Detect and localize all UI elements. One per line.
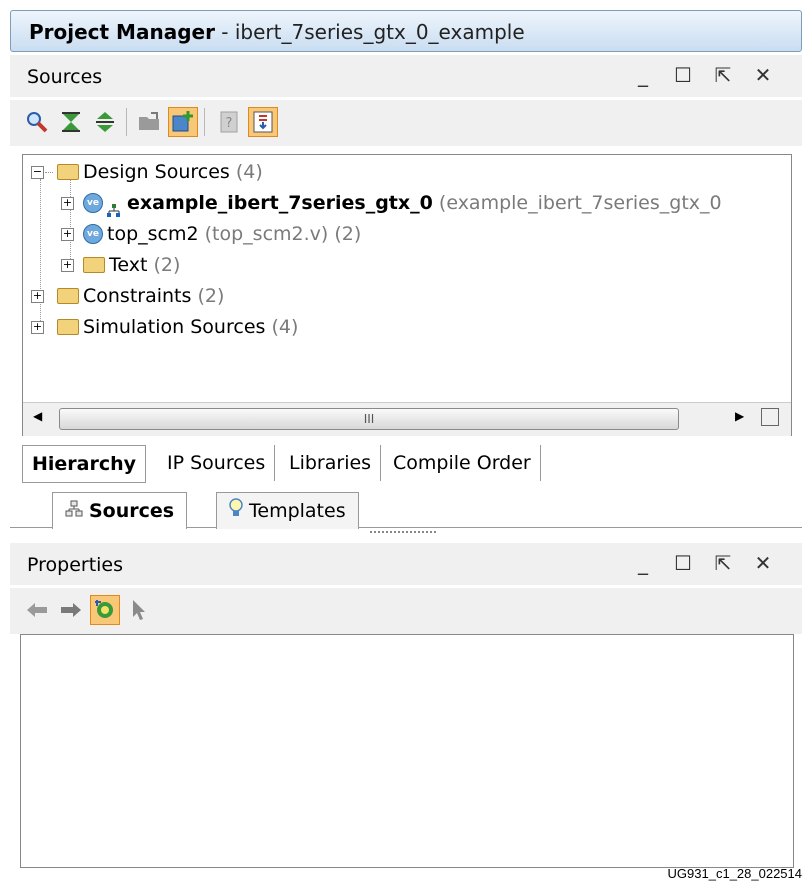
- maximize-icon[interactable]: ☐: [674, 551, 692, 575]
- tab-hierarchy[interactable]: Hierarchy: [22, 445, 147, 483]
- properties-toolbar: [10, 588, 802, 634]
- verilog-file-icon: ve: [83, 223, 103, 244]
- maximize-icon[interactable]: ☐: [674, 63, 692, 87]
- close-icon[interactable]: ✕: [754, 551, 772, 575]
- tree-detail: (example_ibert_7series_gtx_0: [438, 192, 722, 214]
- toolbar-separator: [126, 108, 127, 136]
- sources-tab-icon: [65, 494, 83, 530]
- expand-toggle[interactable]: +: [31, 290, 44, 303]
- collapse-toggle[interactable]: −: [31, 166, 44, 179]
- tab-ip-sources[interactable]: IP Sources: [158, 445, 276, 481]
- folder-icon: [83, 256, 105, 273]
- tree-count: (4): [235, 161, 263, 183]
- scrollbar-thumb[interactable]: III: [59, 408, 679, 430]
- folder-icon: [57, 318, 79, 335]
- panel-splitter[interactable]: [370, 531, 436, 541]
- tab-sources[interactable]: Sources: [52, 492, 188, 530]
- tree-label: top_scm2: [107, 223, 199, 245]
- tree-count: (2): [197, 285, 225, 307]
- folder-icon: [57, 287, 79, 304]
- tab-compile-order[interactable]: Compile Order: [384, 445, 541, 481]
- tab-label: Sources: [89, 500, 175, 522]
- expand-toggle[interactable]: +: [61, 228, 74, 241]
- float-icon[interactable]: ⇱: [714, 551, 732, 575]
- close-icon[interactable]: ✕: [754, 63, 772, 87]
- scroll-left-icon[interactable]: ◀: [33, 409, 42, 423]
- title-bar: Project Manager - ibert_7series_gtx_0_ex…: [10, 10, 802, 52]
- tree-label: Simulation Sources: [83, 316, 266, 338]
- float-icon[interactable]: ⇱: [714, 63, 732, 87]
- tab-templates[interactable]: Templates: [216, 492, 359, 529]
- horizontal-scrollbar[interactable]: ◀ III ▶: [23, 402, 791, 436]
- tree-label: Constraints: [83, 285, 192, 307]
- expand-all-icon[interactable]: [90, 107, 120, 137]
- sources-panel-title: Sources: [27, 66, 103, 88]
- properties-panel-title: Properties: [27, 554, 124, 576]
- minimize-icon[interactable]: _: [634, 63, 652, 87]
- lightbulb-icon: [229, 494, 243, 530]
- toolbar-separator: [204, 108, 205, 136]
- folder-icon: [57, 163, 79, 180]
- expand-toggle[interactable]: +: [61, 197, 74, 210]
- auto-update-icon[interactable]: [90, 595, 120, 625]
- window-title: Project Manager: [29, 20, 215, 44]
- verilog-file-icon: ve: [83, 192, 103, 213]
- scroll-right-icon[interactable]: ▶: [735, 409, 744, 423]
- tree-label: Text: [109, 254, 148, 276]
- corner-box-icon[interactable]: [761, 408, 779, 426]
- properties-panel-header: Properties _ ☐ ⇱ ✕: [10, 543, 802, 585]
- expand-toggle[interactable]: +: [31, 321, 44, 334]
- tree-detail: (top_scm2.v) (2): [204, 223, 362, 245]
- add-sources-icon[interactable]: [168, 107, 198, 137]
- collapse-all-icon[interactable]: [56, 107, 86, 137]
- properties-icon[interactable]: ?: [214, 107, 244, 137]
- tree-count: (2): [153, 254, 181, 276]
- top-module-icon: [107, 197, 121, 217]
- window-subtitle: - ibert_7series_gtx_0_example: [221, 20, 525, 44]
- show-hierarchy-icon[interactable]: [248, 107, 278, 137]
- sources-toolbar: ?: [10, 100, 802, 146]
- sources-tree[interactable]: − Design Sources (4) + ve example_ibert_…: [22, 154, 792, 436]
- expand-toggle[interactable]: +: [61, 259, 74, 272]
- tab-label: Templates: [249, 500, 346, 522]
- main-tabs: Sources Templates: [10, 488, 802, 532]
- tab-libraries[interactable]: Libraries: [280, 445, 382, 481]
- properties-content: [20, 634, 794, 868]
- search-icon[interactable]: [22, 107, 52, 137]
- tree-label: example_ibert_7series_gtx_0: [127, 192, 433, 214]
- tree-count: (4): [271, 316, 299, 338]
- svg-text:?: ?: [226, 116, 233, 131]
- figure-caption: UG931_c1_28_022514: [667, 866, 802, 881]
- forward-arrow-icon[interactable]: [56, 595, 86, 625]
- select-pointer-icon[interactable]: [124, 595, 154, 625]
- tree-label: Design Sources: [83, 161, 230, 183]
- minimize-icon[interactable]: _: [634, 551, 652, 575]
- open-file-icon[interactable]: [134, 107, 164, 137]
- sources-panel-header: Sources _ ☐ ⇱ ✕: [10, 55, 802, 97]
- back-arrow-icon[interactable]: [22, 595, 52, 625]
